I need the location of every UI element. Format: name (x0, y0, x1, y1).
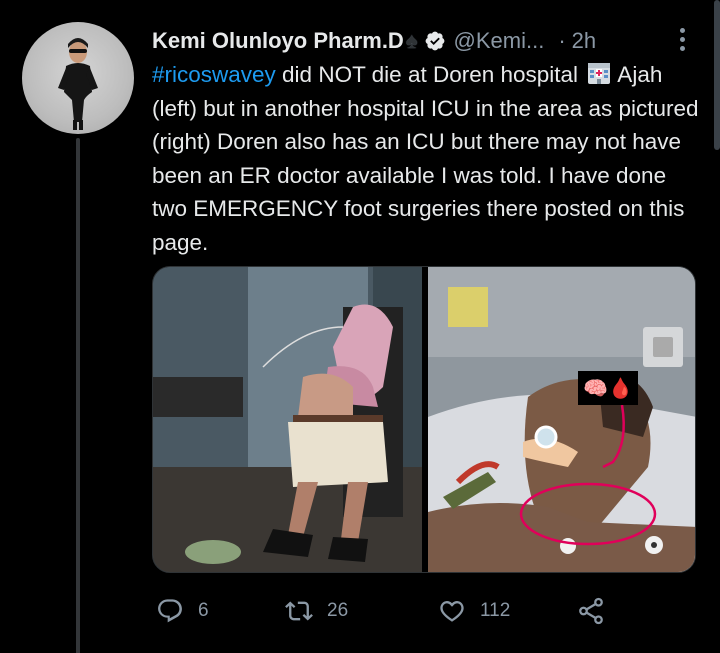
author-handle[interactable]: @Kemi... (454, 28, 545, 54)
share-icon (579, 597, 603, 625)
photo-right-illustration (428, 267, 695, 572)
author-display-name[interactable]: Kemi Olunloyo Pharm.D (152, 28, 404, 54)
hashtag-link[interactable]: #ricoswavey (152, 62, 276, 87)
emoji-annotation-box: 🧠🩸 (578, 371, 638, 405)
reply-icon (158, 599, 182, 623)
avatar-column (22, 22, 134, 134)
tweet[interactable]: Kemi Olunloyo Pharm.D ♠ @Kemi... · 2h #r… (0, 0, 720, 653)
photo-left-illustration (153, 267, 422, 572)
tweet-timestamp[interactable]: 2h (572, 28, 596, 54)
verified-badge-icon (424, 30, 446, 52)
photo-patient-wheelchair[interactable] (153, 267, 422, 572)
retweet-count: 26 (327, 600, 349, 621)
reply-button[interactable]: 6 (156, 597, 209, 625)
thread-line (76, 138, 80, 653)
avatar-figure-icon (58, 38, 98, 130)
retweet-icon (285, 601, 313, 621)
tweet-header: Kemi Olunloyo Pharm.D ♠ @Kemi... · 2h (152, 26, 596, 56)
share-button[interactable] (576, 596, 606, 626)
photo-patient-icu[interactable]: 🧠🩸 (428, 267, 695, 572)
like-count: 112 (480, 600, 511, 621)
time-separator: · (558, 28, 566, 53)
tweet-text: #ricoswavey did NOT die at Doren hospita… (152, 58, 702, 259)
more-icon[interactable] (672, 24, 692, 54)
hospital-emoji-icon (586, 60, 612, 86)
tweet-media[interactable]: 🧠🩸 (152, 266, 696, 573)
reply-count: 6 (198, 600, 209, 621)
name-emoji: ♠ (405, 28, 418, 53)
heart-icon (440, 601, 464, 622)
tweet-text-part1: did NOT die at Doren hospital (275, 62, 585, 87)
retweet-button[interactable]: 26 (285, 597, 348, 625)
like-button[interactable]: 112 (438, 597, 510, 625)
scrollbar[interactable] (714, 0, 720, 150)
avatar[interactable] (22, 22, 134, 134)
tweet-text-part2: Ajah (left) but in another hospital ICU … (152, 62, 699, 255)
tweet-actions: 6 26 112 (152, 594, 622, 628)
brain-blood-emoji: 🧠🩸 (583, 376, 633, 400)
